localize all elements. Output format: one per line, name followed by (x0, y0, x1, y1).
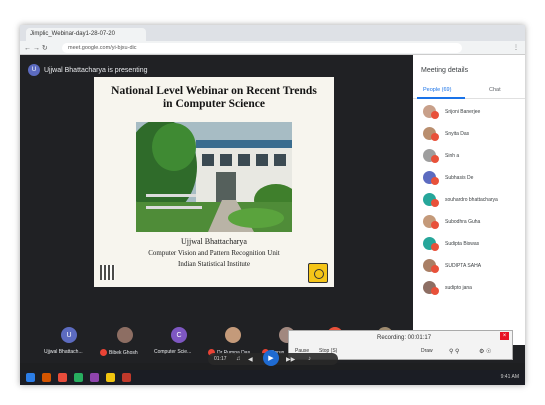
list-item[interactable]: Snyita Das (423, 125, 523, 143)
play-button[interactable]: ▶ (263, 350, 279, 366)
taskbar: 9:41 AM (20, 370, 525, 385)
forward-icon[interactable]: ▶▶ (286, 356, 295, 363)
participant-name: Subodhra Guha (445, 219, 481, 225)
slide-title-line1: National Level Webinar on Recent Trends (111, 85, 317, 97)
avatar-badge (431, 221, 439, 229)
app-icon[interactable] (106, 373, 115, 382)
rewind-icon[interactable]: ◀ (248, 356, 253, 363)
chrome-icon[interactable] (58, 373, 67, 382)
slide-institute: Indian Statistical Institute (178, 260, 250, 268)
tile-label: Computer Scie... (154, 349, 192, 355)
slide-title: National Level Webinar on Recent Trends … (94, 85, 334, 111)
list-item[interactable]: sudipto jana (423, 279, 523, 297)
start-icon[interactable] (26, 373, 35, 382)
participant-name: Srijoni Banerjee (445, 109, 481, 115)
zoom-icon[interactable]: ⚲ ⚲ (449, 348, 459, 355)
volume-icon[interactable]: ♪ (308, 356, 311, 362)
taskbar-clock: 9:41 AM (500, 374, 519, 380)
qr-code-icon (100, 265, 115, 280)
building-photo (136, 122, 292, 232)
slide-title-line2: in Computer Science (162, 98, 265, 110)
avatar-badge (431, 243, 439, 251)
presenting-text: Ujjwal Bhattacharya is presenting (44, 66, 148, 74)
slide-speaker: Ujjwal Bhattacharya (181, 237, 247, 246)
avatar: C (171, 327, 187, 343)
avatar-badge (431, 155, 439, 163)
avatar (117, 327, 133, 343)
browser-tab-strip: Jimplic_Webinar-day1-28-07-20 (20, 25, 525, 41)
recording-status: Recording: 00:01:17 (377, 335, 432, 341)
url-field[interactable]: meet.google.com/yi-bjxu-dic (62, 43, 462, 53)
meeting-details-panel: Meeting details People (69) Chat Srijoni… (413, 55, 525, 345)
draw-button[interactable]: Draw (421, 348, 433, 354)
browser-menu-icon[interactable]: ⋮ (513, 44, 519, 51)
list-item[interactable]: Subodhra Guha (423, 213, 523, 231)
avatar: U (61, 327, 77, 343)
app-icon[interactable] (90, 373, 99, 382)
participant-name: Snyita Das (445, 131, 470, 137)
presenting-banner: U Ujjwal Bhattacharya is presenting (28, 63, 148, 77)
nav-arrows-icon[interactable]: ← → ↻ (24, 44, 48, 52)
participant-tile[interactable]: Bibek Ghosh (100, 323, 150, 363)
list-item[interactable]: souhardro bhattacharya (423, 191, 523, 209)
avatar (225, 327, 241, 343)
settings-icon[interactable]: ⚙ ☉ (479, 348, 491, 355)
list-item[interactable]: SUDIPTA SAHA (423, 257, 523, 275)
tile-label: Ujjwal Bhattach... (44, 349, 83, 355)
tab-people[interactable]: People (69) (423, 87, 451, 93)
participant-name: Subhasis De (445, 175, 474, 181)
avatar-badge (431, 133, 439, 141)
panel-tabs: People (69) Chat (413, 85, 525, 99)
elapsed-time: 01:17 (214, 356, 227, 362)
participant-tile[interactable]: C Computer Scie... (154, 323, 204, 363)
panel-title: Meeting details (421, 67, 469, 74)
address-bar: ← → ↻ meet.google.com/yi-bjxu-dic ⋮ (20, 41, 525, 55)
avatar-badge (431, 111, 439, 119)
participant-tile[interactable]: U Ujjwal Bhattach... (44, 323, 94, 363)
list-item[interactable]: Sudipta Biswas (423, 235, 523, 253)
close-icon[interactable]: × (500, 332, 509, 340)
active-tab-indicator (417, 97, 465, 99)
list-item[interactable]: Srijoni Banerjee (423, 103, 523, 121)
app-icon[interactable] (122, 373, 131, 382)
presentation-slide: National Level Webinar on Recent Trends … (94, 77, 334, 287)
participant-name: souhardro bhattacharya (445, 197, 498, 203)
mic-off-icon (100, 349, 107, 356)
participant-name: sudipto jana (445, 285, 472, 291)
folder-icon[interactable] (42, 373, 51, 382)
slide-unit: Computer Vision and Pattern Recognition … (148, 249, 280, 257)
avatar-badge (431, 199, 439, 207)
avatar-badge (431, 287, 439, 295)
participant-name: Sudipta Biswas (445, 241, 480, 247)
media-player-bar: 01:17 ♫ ◀ ▶ ▶▶ ♪ (208, 350, 338, 366)
meet-stage: U Ujjwal Bhattacharya is presenting Nati… (20, 55, 525, 363)
app-icon[interactable] (74, 373, 83, 382)
tile-label: Bibek Ghosh (100, 349, 138, 356)
avatar-badge (431, 177, 439, 185)
presenter-avatar: U (28, 64, 40, 76)
participant-name: SUDIPTA SAHA (445, 263, 482, 269)
list-item[interactable]: Subhasis De (423, 169, 523, 187)
institute-logo (308, 263, 328, 283)
browser-tab[interactable]: Jimplic_Webinar-day1-28-07-20 (26, 28, 146, 41)
avatar-badge (431, 265, 439, 273)
list-item[interactable]: Sinh a (423, 147, 523, 165)
screen-frame: Jimplic_Webinar-day1-28-07-20 ← → ↻ meet… (20, 25, 525, 385)
mic-icon[interactable]: ♫ (236, 356, 241, 362)
participant-name: Sinh a (445, 153, 460, 159)
tab-chat[interactable]: Chat (489, 87, 501, 93)
